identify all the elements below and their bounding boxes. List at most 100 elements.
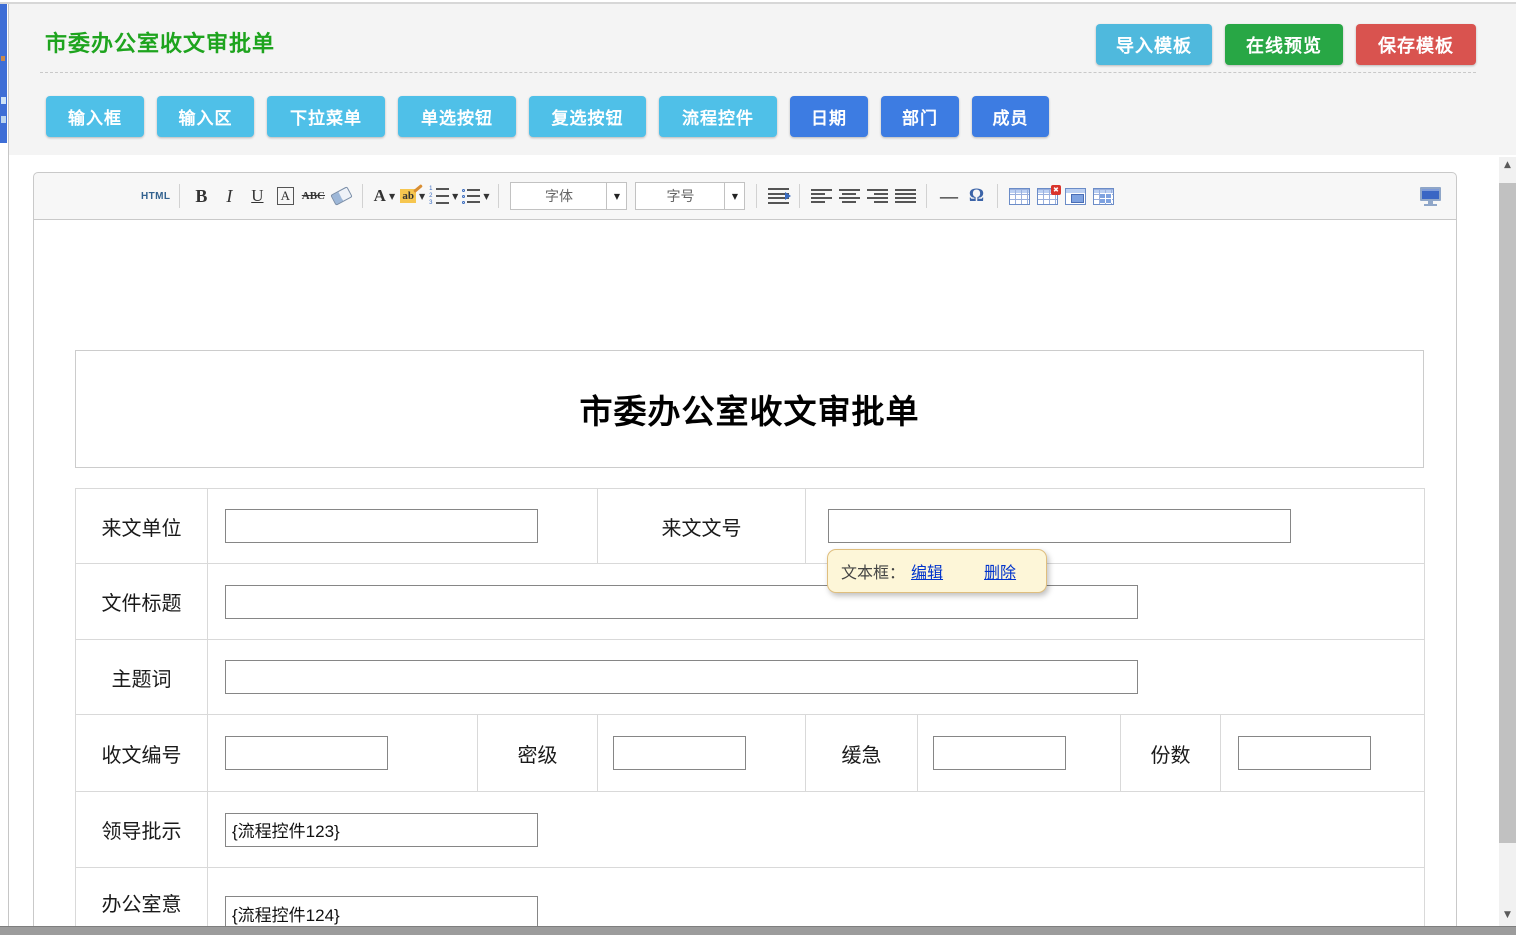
online-preview-button[interactable]: 在线预览 bbox=[1225, 24, 1343, 65]
copies-input[interactable] bbox=[1238, 736, 1371, 770]
font-color-button[interactable]: A▼ bbox=[372, 182, 396, 210]
textbox-tooltip: 文本框： 编辑 删除 bbox=[827, 549, 1047, 593]
unordered-list-icon bbox=[462, 189, 480, 204]
chevron-down-icon: ▼ bbox=[419, 192, 425, 201]
tooltip-label: 文本框： bbox=[841, 559, 905, 583]
align-center-button[interactable] bbox=[837, 182, 861, 210]
save-template-button[interactable]: 保存模板 bbox=[1356, 24, 1476, 65]
receipt-no-input[interactable] bbox=[225, 736, 388, 770]
ordered-list-icon: 1 2 3 bbox=[429, 187, 449, 205]
incoming-doc-no-input[interactable] bbox=[828, 509, 1291, 543]
chevron-down-icon: ▼ bbox=[389, 192, 395, 201]
add-radio-button[interactable]: 单选按钮 bbox=[398, 96, 516, 137]
chevron-down-icon: ▼ bbox=[452, 192, 458, 201]
delete-table-icon: ✖ bbox=[1037, 188, 1058, 205]
header-actions: 导入模板 在线预览 保存模板 bbox=[1096, 24, 1476, 65]
table-row: 收文编号 密级 缓急 份数 bbox=[76, 715, 1425, 792]
eraser-icon bbox=[330, 186, 352, 206]
cell-properties-button[interactable] bbox=[1091, 182, 1115, 210]
incoming-doc-no-label: 来文文号 bbox=[598, 489, 806, 564]
delete-table-button[interactable]: ✖ bbox=[1035, 182, 1059, 210]
align-left-icon bbox=[811, 189, 832, 203]
align-left-button[interactable] bbox=[809, 182, 833, 210]
horizontal-rule-button[interactable]: — bbox=[936, 182, 960, 210]
subject-words-input[interactable] bbox=[225, 660, 1138, 694]
urgency-label: 缓急 bbox=[806, 715, 918, 792]
secrecy-level-label: 密级 bbox=[478, 715, 598, 792]
widget-button-row: 输入框 输入区 下拉菜单 单选按钮 复选按钮 流程控件 日期 部门 成员 bbox=[46, 96, 1049, 137]
document-title-cell: 市委办公室收文审批单 bbox=[75, 350, 1424, 468]
unordered-list-button[interactable]: ▼ bbox=[462, 182, 489, 210]
subject-words-label: 主题词 bbox=[76, 640, 208, 715]
table-properties-icon bbox=[1065, 188, 1086, 205]
add-dropdown-button[interactable]: 下拉菜单 bbox=[267, 96, 385, 137]
table-row: 领导批示 bbox=[76, 792, 1425, 868]
special-character-button[interactable]: Ω bbox=[964, 182, 988, 210]
bold-button[interactable]: B bbox=[189, 182, 213, 210]
align-right-button[interactable] bbox=[865, 182, 889, 210]
font-family-select[interactable]: 字体 ▼ bbox=[510, 182, 627, 210]
office-opinion-input[interactable] bbox=[225, 896, 538, 930]
vertical-scrollbar[interactable]: ▲ ▼ bbox=[1499, 157, 1516, 926]
table-row: 主题词 bbox=[76, 640, 1425, 715]
align-right-icon bbox=[867, 189, 888, 203]
doc-title-label: 文件标题 bbox=[76, 564, 208, 640]
insert-table-button[interactable] bbox=[1007, 182, 1031, 210]
table-properties-button[interactable] bbox=[1063, 182, 1087, 210]
html-source-button[interactable]: HTML bbox=[141, 182, 170, 210]
indent-button[interactable] bbox=[766, 182, 790, 210]
align-center-icon bbox=[839, 189, 860, 203]
table-row: 办公室意 bbox=[76, 868, 1425, 935]
underline-button[interactable]: U bbox=[245, 182, 269, 210]
header: 市委办公室收文审批单 导入模板 在线预览 保存模板 输入框 输入区 下拉菜单 单… bbox=[9, 4, 1516, 155]
insert-table-icon bbox=[1009, 188, 1030, 205]
scroll-down-arrow-icon[interactable]: ▼ bbox=[1499, 910, 1516, 920]
receipt-no-label: 收文编号 bbox=[76, 715, 208, 792]
chevron-down-icon: ▼ bbox=[483, 192, 489, 201]
add-checkbox-button[interactable]: 复选按钮 bbox=[529, 96, 646, 137]
leader-comments-input[interactable] bbox=[225, 813, 538, 847]
maximize-icon bbox=[1420, 187, 1441, 206]
highlight-color-button[interactable]: ab▼ bbox=[400, 182, 425, 210]
scrollbar-thumb[interactable] bbox=[1499, 183, 1516, 843]
add-textarea-button[interactable]: 输入区 bbox=[157, 96, 254, 137]
leader-comments-label: 领导批示 bbox=[76, 792, 208, 868]
office-opinion-label: 办公室意 bbox=[76, 868, 208, 935]
remove-format-button[interactable] bbox=[329, 182, 353, 210]
edit-link[interactable]: 编辑 bbox=[911, 559, 943, 583]
copies-label: 份数 bbox=[1121, 715, 1221, 792]
add-input-box-button[interactable]: 输入框 bbox=[46, 96, 144, 137]
incoming-unit-input[interactable] bbox=[225, 509, 538, 543]
chevron-down-icon: ▼ bbox=[606, 183, 626, 209]
table-row: 文件标题 bbox=[76, 564, 1425, 640]
align-justify-icon bbox=[895, 189, 916, 203]
document-title: 市委办公室收文审批单 bbox=[580, 385, 920, 433]
font-size-select[interactable]: 字号 ▼ bbox=[635, 182, 745, 210]
add-member-button[interactable]: 成员 bbox=[972, 96, 1049, 137]
secrecy-level-input[interactable] bbox=[613, 736, 746, 770]
add-date-button[interactable]: 日期 bbox=[790, 96, 868, 137]
header-divider bbox=[40, 72, 1476, 73]
urgency-input[interactable] bbox=[933, 736, 1066, 770]
scroll-up-arrow-icon[interactable]: ▲ bbox=[1499, 160, 1516, 170]
delete-link[interactable]: 删除 bbox=[984, 559, 1016, 583]
import-template-button[interactable]: 导入模板 bbox=[1096, 24, 1212, 65]
strikethrough-button[interactable]: ABC bbox=[301, 182, 325, 210]
add-flow-control-button[interactable]: 流程控件 bbox=[659, 96, 777, 137]
window-bottom-edge bbox=[0, 926, 1516, 935]
approval-form-table: 来文单位 来文文号 文件标题 主题词 收文编号 密级 缓急 份数 领导批示 办公… bbox=[75, 488, 1425, 935]
editor-toolbar: HTML B I U A ABC A▼ ab▼ 1 2 3 ▼ ▼ 字体 ▼ 字… bbox=[33, 172, 1457, 220]
style-button[interactable]: A bbox=[273, 182, 297, 210]
incoming-unit-label: 来文单位 bbox=[76, 489, 208, 564]
background-window-edge bbox=[0, 4, 8, 926]
cell-properties-icon bbox=[1093, 188, 1114, 205]
chevron-down-icon: ▼ bbox=[724, 183, 744, 209]
italic-button[interactable]: I bbox=[217, 182, 241, 210]
align-justify-button[interactable] bbox=[893, 182, 917, 210]
maximize-button[interactable] bbox=[1418, 182, 1442, 210]
add-department-button[interactable]: 部门 bbox=[881, 96, 959, 137]
ordered-list-button[interactable]: 1 2 3 ▼ bbox=[429, 182, 458, 210]
table-row: 来文单位 来文文号 bbox=[76, 489, 1425, 564]
page-title: 市委办公室收文审批单 bbox=[45, 26, 275, 58]
indent-icon bbox=[768, 188, 789, 204]
